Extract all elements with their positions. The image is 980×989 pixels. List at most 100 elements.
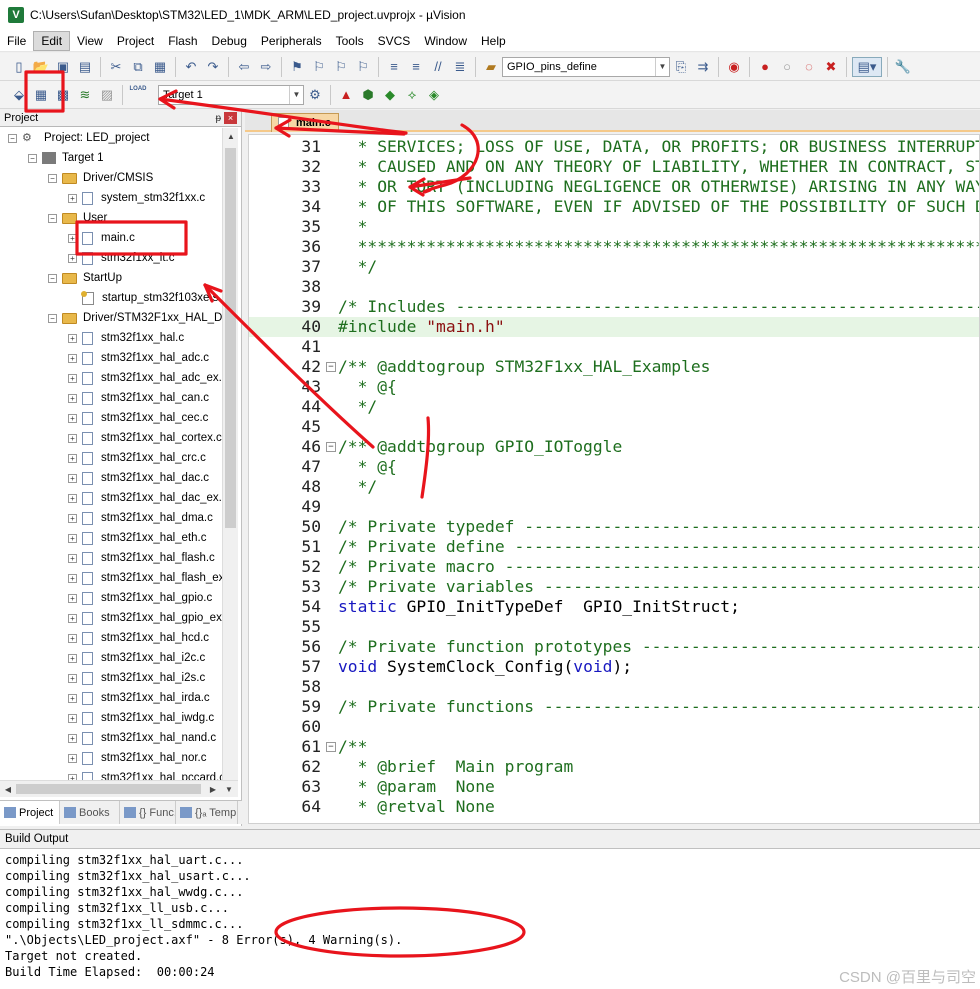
manage-run-time-icon[interactable]: ⬢ xyxy=(358,85,378,105)
code-line[interactable]: 37 */ xyxy=(249,257,979,277)
uncomment-icon[interactable]: ≣ xyxy=(450,57,470,77)
tree-item[interactable]: + stm32f1xx_hal_flash.c xyxy=(0,548,222,568)
incremental-find-icon[interactable]: ⇉ xyxy=(693,57,713,77)
comment-icon[interactable]: // xyxy=(428,57,448,77)
file-extensions-icon[interactable]: ▲ xyxy=(336,85,356,105)
navigate-back-icon[interactable]: ⇦ xyxy=(234,57,254,77)
code-line[interactable]: 49 xyxy=(249,497,979,517)
bookmark-icon[interactable]: ⚑ xyxy=(287,57,307,77)
scroll-left-icon[interactable]: ◀ xyxy=(0,781,16,797)
configure-icon[interactable]: 🔧 xyxy=(893,57,913,77)
target-combo[interactable]: Target 1 ▼ xyxy=(158,84,304,105)
code-line[interactable]: 55 xyxy=(249,617,979,637)
expand-icon[interactable]: + xyxy=(68,433,77,443)
expand-icon[interactable]: + xyxy=(68,333,77,343)
scroll-down-icon[interactable]: ▼ xyxy=(221,781,237,797)
tree-item[interactable]: + stm32f1xx_hal_dma.c xyxy=(0,508,222,528)
pack-installer-icon[interactable]: ⟡ xyxy=(402,85,422,105)
menu-tools[interactable]: Tools xyxy=(329,31,371,51)
chevron-down-icon[interactable]: ▼ xyxy=(289,85,303,104)
expand-icon[interactable]: + xyxy=(68,573,77,583)
menu-window[interactable]: Window xyxy=(417,31,474,51)
tree-item[interactable]: − Driver/CMSIS xyxy=(0,168,222,188)
tree-item[interactable]: + stm32f1xx_hal_dac_ex.c xyxy=(0,488,222,508)
expand-icon[interactable]: + xyxy=(68,253,77,263)
code-line[interactable]: 39 /* Includes --------------------------… xyxy=(249,297,979,317)
tree-item[interactable]: + stm32f1xx_hal_can.c xyxy=(0,388,222,408)
expand-icon[interactable]: + xyxy=(68,653,77,663)
software-packs-icon[interactable]: ◈ xyxy=(424,85,444,105)
prev-bookmark-icon[interactable]: ⚐ xyxy=(309,57,329,77)
code-line[interactable]: 64 * @retval None xyxy=(249,797,979,817)
code-line[interactable]: 47 * @{ xyxy=(249,457,979,477)
tree-item[interactable]: + stm32f1xx_hal_nand.c xyxy=(0,728,222,748)
expand-icon[interactable]: + xyxy=(68,613,77,623)
tree-item[interactable]: − Driver/STM32F1xx_HAL_Driver xyxy=(0,308,222,328)
code-line[interactable]: 46−/** @addtogroup GPIO_IOToggle xyxy=(249,437,979,457)
copy-icon[interactable]: ⧉ xyxy=(128,57,148,77)
tree-item[interactable]: + stm32f1xx_hal_iwdg.c xyxy=(0,708,222,728)
scroll-right-icon[interactable]: ▶ xyxy=(205,781,221,797)
menu-project[interactable]: Project xyxy=(110,31,161,51)
expand-icon[interactable]: + xyxy=(68,193,77,203)
tree-item[interactable]: + stm32f1xx_it.c xyxy=(0,248,222,268)
collapse-icon[interactable]: − xyxy=(48,173,57,183)
panel-tab[interactable]: {}ₐ Temp... xyxy=(176,801,238,824)
panel-tab[interactable]: Books xyxy=(60,801,120,824)
translate-icon[interactable]: ⬙ xyxy=(9,85,29,105)
collapse-icon[interactable]: − xyxy=(28,153,37,163)
tree-horizontal-scrollbar[interactable]: ◀ ▶ ▼ xyxy=(0,780,238,797)
chevron-down-icon[interactable]: ▼ xyxy=(655,57,669,76)
tree-item[interactable]: + stm32f1xx_hal_adc.c xyxy=(0,348,222,368)
navigate-forward-icon[interactable]: ⇨ xyxy=(256,57,276,77)
tree-item[interactable]: + stm32f1xx_hal_i2s.c xyxy=(0,668,222,688)
indent-icon[interactable]: ≡ xyxy=(384,57,404,77)
code-line[interactable]: 53 /* Private variables -----------------… xyxy=(249,577,979,597)
save-all-icon[interactable]: ▤ xyxy=(75,57,95,77)
tree-item[interactable]: + stm32f1xx_hal_cortex.c xyxy=(0,428,222,448)
tree-item[interactable]: − User xyxy=(0,208,222,228)
collapse-icon[interactable]: − xyxy=(48,313,57,323)
code-line[interactable]: 44 */ xyxy=(249,397,979,417)
menu-svcs[interactable]: SVCS xyxy=(371,31,418,51)
expand-icon[interactable]: + xyxy=(68,393,77,403)
expand-icon[interactable]: + xyxy=(68,633,77,643)
undo-icon[interactable]: ↶ xyxy=(181,57,201,77)
expand-icon[interactable]: + xyxy=(68,673,77,683)
code-line[interactable]: 51 /* Private define --------------------… xyxy=(249,537,979,557)
expand-icon[interactable]: + xyxy=(68,753,77,763)
code-line[interactable]: 61−/** xyxy=(249,737,979,757)
tree-item[interactable]: + stm32f1xx_hal_dac.c xyxy=(0,468,222,488)
expand-icon[interactable]: + xyxy=(68,713,77,723)
tree-item[interactable]: + stm32f1xx_hal_hcd.c xyxy=(0,628,222,648)
collapse-icon[interactable]: − xyxy=(48,213,57,223)
fold-toggle-icon[interactable]: − xyxy=(326,442,336,452)
tree-item[interactable]: + stm32f1xx_hal_cec.c xyxy=(0,408,222,428)
expand-icon[interactable]: + xyxy=(68,593,77,603)
menu-help[interactable]: Help xyxy=(474,31,513,51)
code-line[interactable]: 36 *************************************… xyxy=(249,237,979,257)
panel-tab[interactable]: {} Func... xyxy=(120,801,176,824)
target-options-icon[interactable]: ⚙ xyxy=(305,85,325,105)
code-line[interactable]: 54 static GPIO_InitTypeDef GPIO_InitStruc… xyxy=(249,597,979,617)
fold-toggle-icon[interactable]: − xyxy=(326,742,336,752)
code-line[interactable]: 43 * @{ xyxy=(249,377,979,397)
code-line[interactable]: 41 xyxy=(249,337,979,357)
tree-item[interactable]: + stm32f1xx_hal_crc.c xyxy=(0,448,222,468)
cut-icon[interactable]: ✂ xyxy=(106,57,126,77)
disable-breakpoints-icon[interactable]: ◌ xyxy=(799,57,819,77)
window-layout-icon[interactable]: ▤▾ xyxy=(852,56,882,77)
tree-item[interactable]: + stm32f1xx_hal_adc_ex.c xyxy=(0,368,222,388)
code-line[interactable]: 62 * @brief Main program xyxy=(249,757,979,777)
code-line[interactable]: 50 /* Private typedef -------------------… xyxy=(249,517,979,537)
collapse-icon[interactable]: − xyxy=(8,133,17,143)
kill-breakpoints-icon[interactable]: ✖ xyxy=(821,57,841,77)
expand-icon[interactable]: + xyxy=(68,413,77,423)
expand-icon[interactable]: + xyxy=(68,353,77,363)
collapse-icon[interactable]: − xyxy=(48,273,57,283)
tree-item[interactable]: + stm32f1xx_hal.c xyxy=(0,328,222,348)
menu-debug[interactable]: Debug xyxy=(205,31,254,51)
tree-item[interactable]: startup_stm32f103xe.s xyxy=(0,288,222,308)
code-line[interactable]: 58 xyxy=(249,677,979,697)
find-combo[interactable]: GPIO_pins_define ▼ xyxy=(502,56,670,77)
